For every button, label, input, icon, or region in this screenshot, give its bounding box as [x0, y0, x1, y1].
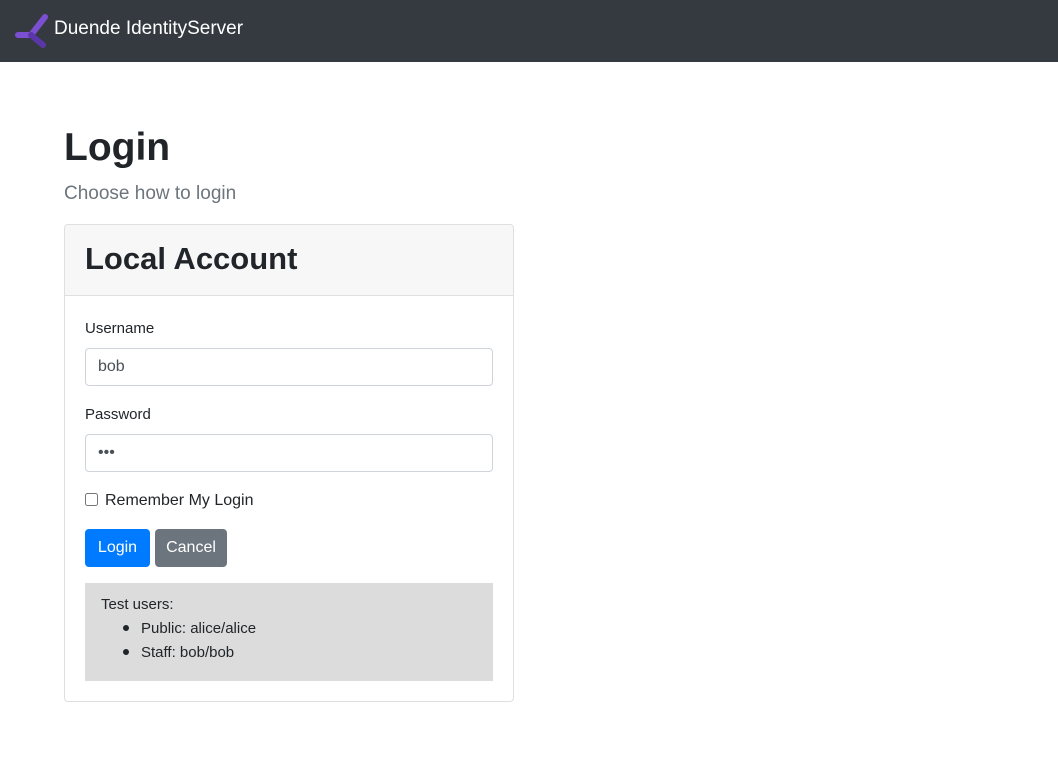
brand-name[interactable]: Duende IdentityServer: [54, 17, 243, 41]
page-title: Login: [64, 126, 171, 169]
test-user-item: Staff: bob/bob: [141, 644, 235, 661]
duende-logo-icon[interactable]: [15, 13, 49, 49]
card-title: Local Account: [85, 241, 298, 276]
remember-login-label[interactable]: Remember My Login: [105, 491, 254, 511]
bullet-icon: [123, 625, 129, 631]
top-navbar: Duende IdentityServer: [0, 0, 1058, 62]
username-input[interactable]: [85, 348, 493, 386]
password-label: Password: [85, 406, 151, 423]
login-button[interactable]: Login: [85, 529, 150, 567]
card-header: Local Account: [65, 225, 513, 296]
test-user-item: Public: alice/alice: [141, 620, 257, 637]
local-account-card: Local Account Username Password Remember…: [64, 224, 514, 702]
bullet-icon: [123, 649, 129, 655]
test-users-box: Test users: Public: alice/alice Staff: b…: [85, 583, 493, 681]
test-users-title: Test users:: [101, 596, 174, 613]
remember-login-checkbox[interactable]: [85, 493, 98, 506]
page-subtitle: Choose how to login: [64, 183, 237, 204]
username-label: Username: [85, 320, 155, 337]
password-input[interactable]: [85, 434, 493, 472]
cancel-button[interactable]: Cancel: [155, 529, 227, 567]
